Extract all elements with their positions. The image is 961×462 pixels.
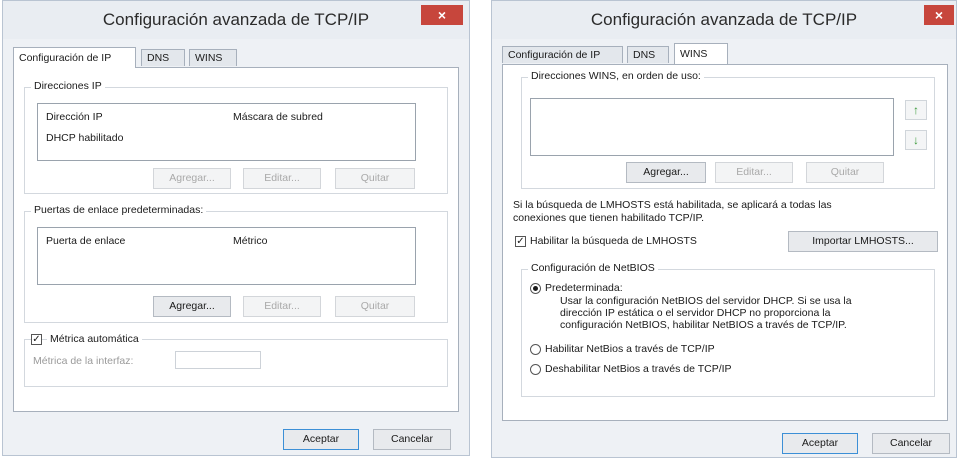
cancel-button[interactable]: Cancelar xyxy=(872,433,950,454)
ok-button[interactable]: Aceptar xyxy=(283,429,359,450)
add-ip-button[interactable]: Agregar... xyxy=(153,168,231,189)
netbios-label: Configuración de NetBIOS xyxy=(528,262,658,274)
radio-selected-dot xyxy=(533,286,538,291)
close-button[interactable]: × xyxy=(421,5,463,25)
netbios-description-line: dirección IP estática o el servidor DHCP… xyxy=(560,307,831,319)
tab-ip-settings[interactable]: Configuración de IP xyxy=(13,47,136,68)
netbios-default-radio[interactable] xyxy=(530,283,541,294)
add-gateway-button[interactable]: Agregar... xyxy=(153,296,231,317)
remove-gateway-button[interactable]: Quitar xyxy=(335,296,415,317)
interface-metric-label: Métrica de la interfaz: xyxy=(33,355,134,367)
netbios-description-line: configuración NetBIOS, habilitar NetBIOS… xyxy=(560,319,847,331)
wins-addresses-group: Direcciones WINS, en orden de uso: ↑ ↓ A… xyxy=(521,70,935,189)
lmhosts-checkbox-label: Habilitar la búsqueda de LMHOSTS xyxy=(530,235,697,247)
netbios-disable-label: Deshabilitar NetBios a través de TCP/IP xyxy=(545,363,732,375)
tab-panel: Direcciones WINS, en orden de uso: ↑ ↓ A… xyxy=(502,64,948,421)
title-bar: Configuración avanzada de TCP/IP × xyxy=(3,1,469,39)
tab-dns[interactable]: DNS xyxy=(627,46,669,63)
ip-address-list[interactable]: Dirección IP Máscara de subred DHCP habi… xyxy=(37,103,416,161)
move-down-arrow-icon[interactable]: ↓ xyxy=(905,130,927,150)
tab-ip-settings[interactable]: Configuración de IP xyxy=(502,46,623,63)
dialog-title: Configuración avanzada de TCP/IP xyxy=(590,10,858,29)
interface-metric-input[interactable] xyxy=(175,351,261,369)
tab-wins[interactable]: WINS xyxy=(674,43,728,64)
column-header-subnet[interactable]: Máscara de subred xyxy=(233,111,323,123)
gateways-group: Puertas de enlace predeterminadas: Puert… xyxy=(24,204,448,323)
ip-addresses-group: Direcciones IP Dirección IP Máscara de s… xyxy=(24,80,448,194)
metric-group: ✓ Métrica automática Métrica de la inter… xyxy=(24,333,448,387)
netbios-group: Configuración de NetBIOS Predeterminada:… xyxy=(521,262,935,397)
gateway-list[interactable]: Puerta de enlace Métrico xyxy=(37,227,416,285)
lmhosts-info-line1: Si la búsqueda de LMHOSTS está habilitad… xyxy=(513,199,832,211)
lmhosts-checkbox[interactable]: ✓ xyxy=(515,236,526,247)
tcpip-dialog-wins: Configuración avanzada de TCP/IP × Confi… xyxy=(491,0,957,458)
tcpip-dialog-ip-settings: Configuración avanzada de TCP/IP × Confi… xyxy=(2,0,470,456)
edit-gateway-button[interactable]: Editar... xyxy=(243,296,321,317)
column-header-ip[interactable]: Dirección IP xyxy=(46,111,103,123)
tab-dns[interactable]: DNS xyxy=(141,49,185,66)
remove-wins-button[interactable]: Quitar xyxy=(806,162,884,183)
netbios-description-line: Usar la configuración NetBIOS del servid… xyxy=(560,295,852,307)
list-item[interactable]: DHCP habilitado xyxy=(46,132,123,144)
close-button[interactable]: × xyxy=(924,5,954,25)
auto-metric-label: Métrica automática xyxy=(47,333,142,345)
cancel-button[interactable]: Cancelar xyxy=(373,429,451,450)
add-wins-button[interactable]: Agregar... xyxy=(626,162,706,183)
move-up-arrow-icon[interactable]: ↑ xyxy=(905,100,927,120)
ok-button[interactable]: Aceptar xyxy=(782,433,858,454)
tab-wins[interactable]: WINS xyxy=(189,49,237,66)
tab-panel: Direcciones IP Dirección IP Máscara de s… xyxy=(13,67,459,412)
edit-wins-button[interactable]: Editar... xyxy=(715,162,793,183)
remove-ip-button[interactable]: Quitar xyxy=(335,168,415,189)
column-header-metric[interactable]: Métrico xyxy=(233,235,267,247)
title-bar: Configuración avanzada de TCP/IP × xyxy=(492,1,956,39)
netbios-default-label: Predeterminada: xyxy=(545,282,623,294)
edit-ip-button[interactable]: Editar... xyxy=(243,168,321,189)
import-lmhosts-button[interactable]: Importar LMHOSTS... xyxy=(788,231,938,252)
ip-addresses-label: Direcciones IP xyxy=(31,80,105,92)
auto-metric-checkbox[interactable]: ✓ xyxy=(31,334,42,345)
wins-address-list[interactable] xyxy=(530,98,894,156)
netbios-enable-label: Habilitar NetBios a través de TCP/IP xyxy=(545,343,715,355)
wins-addresses-label: Direcciones WINS, en orden de uso: xyxy=(528,70,704,82)
netbios-disable-radio[interactable] xyxy=(530,364,541,375)
gateways-label: Puertas de enlace predeterminadas: xyxy=(31,204,207,216)
netbios-enable-radio[interactable] xyxy=(530,344,541,355)
lmhosts-info-line2: conexiones que tienen habilitado TCP/IP. xyxy=(513,212,705,224)
dialog-title: Configuración avanzada de TCP/IP xyxy=(102,10,370,29)
column-header-gateway[interactable]: Puerta de enlace xyxy=(46,235,125,247)
